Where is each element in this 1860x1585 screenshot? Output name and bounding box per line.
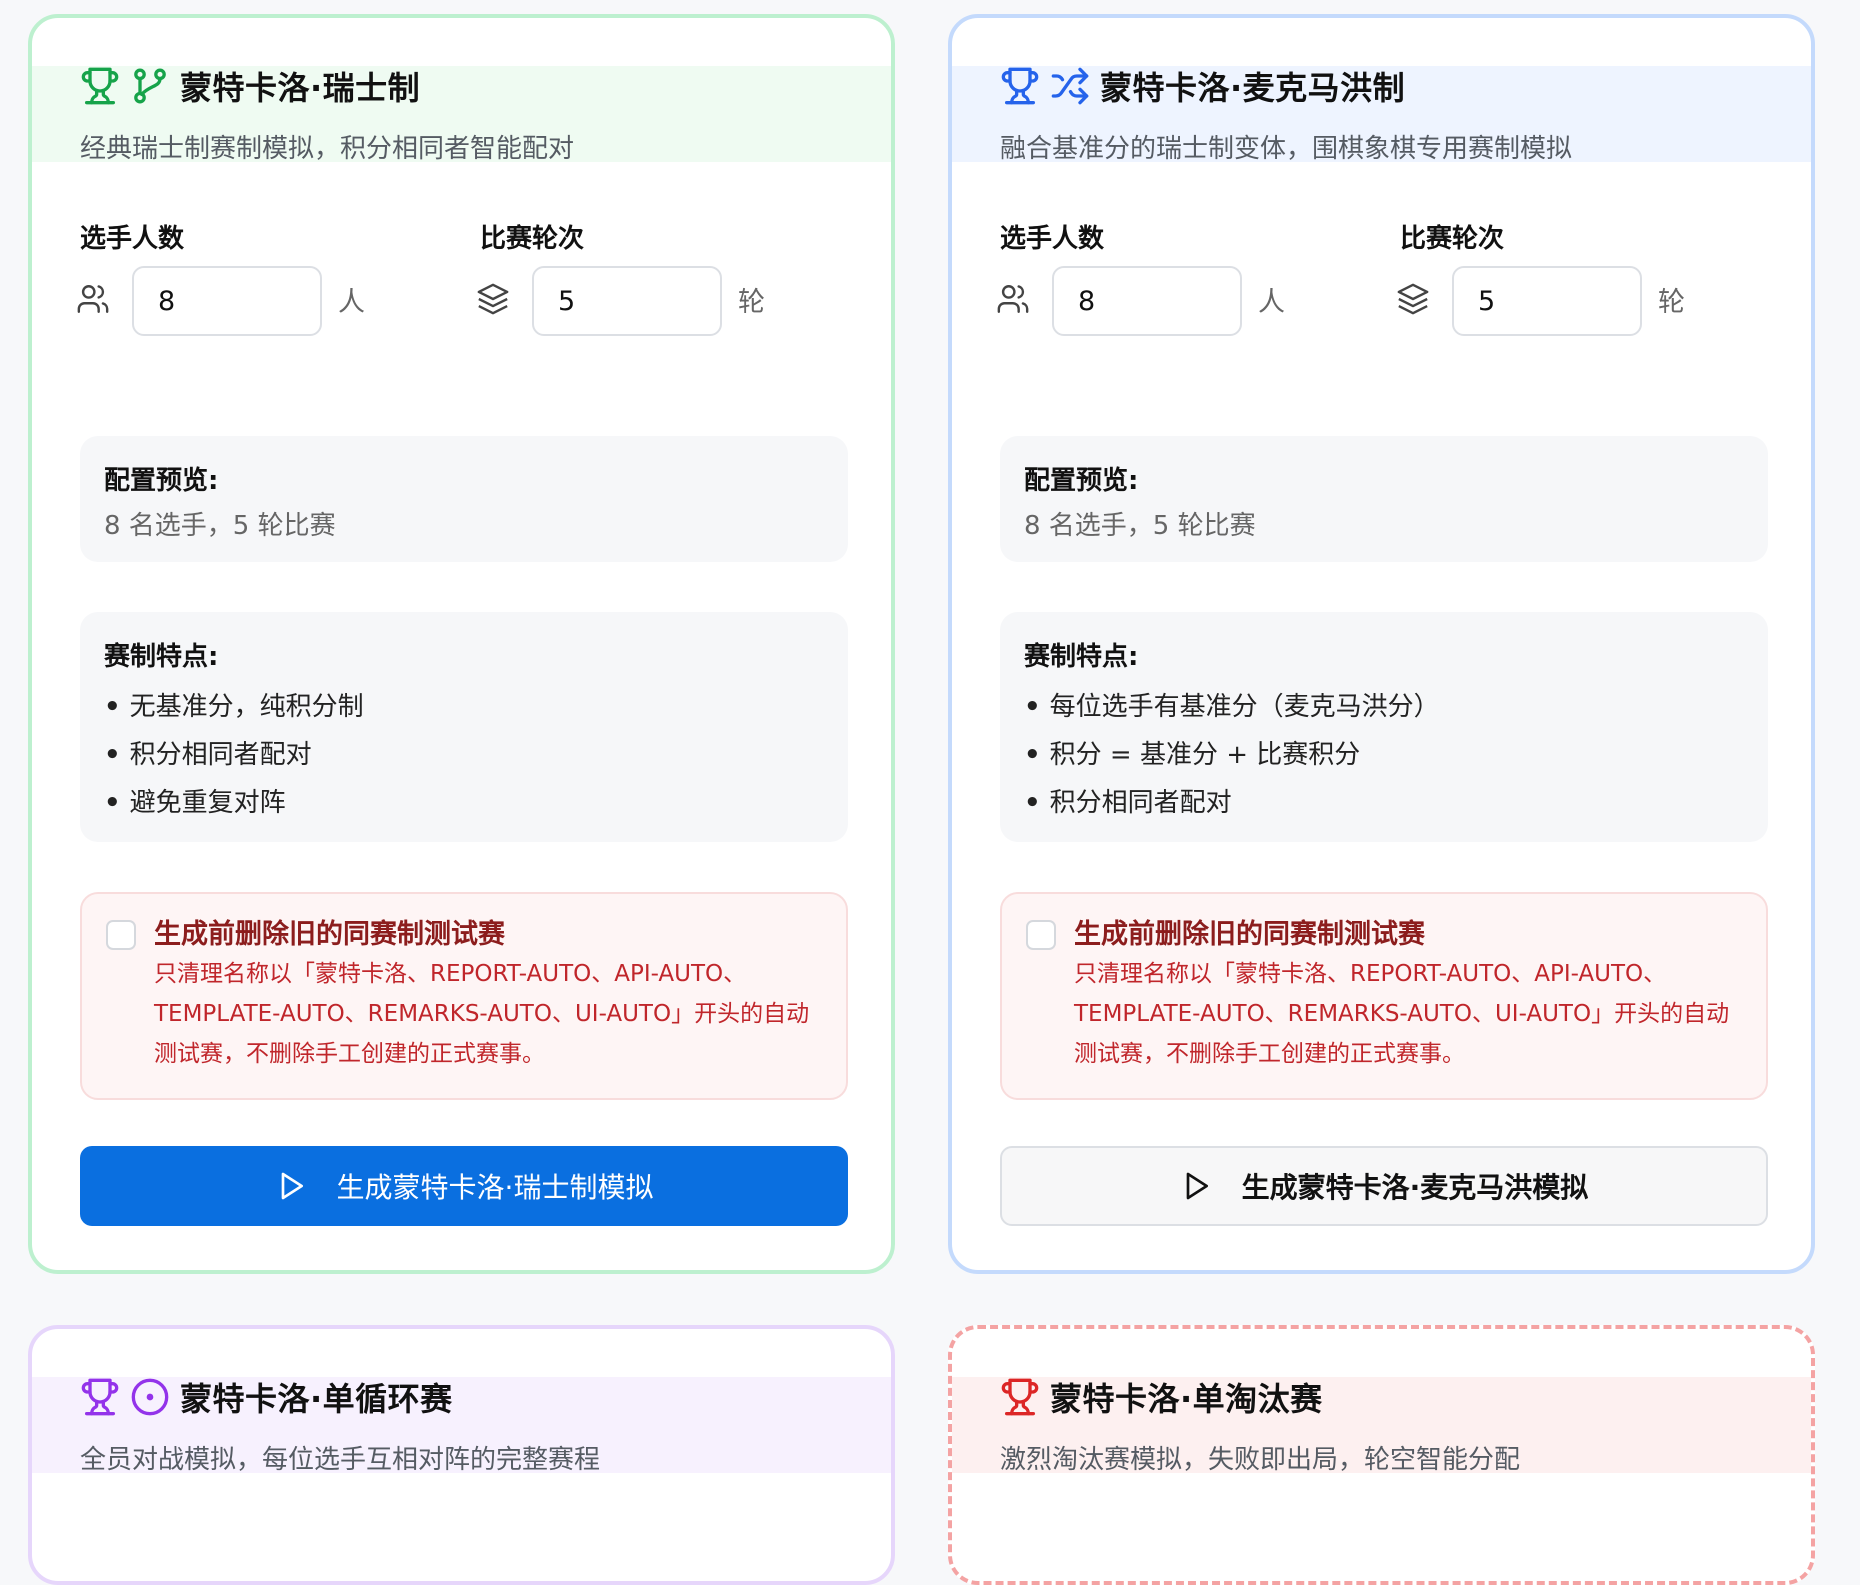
delete-old-tests-checkbox[interactable] (1026, 920, 1056, 950)
warn-description: 只清理名称以「蒙特卡洛、REPORT-AUTO、API-AUTO、TEMPLAT… (1074, 961, 1730, 1067)
trophy-icon (80, 1377, 120, 1417)
delete-old-tests-option: 生成前删除旧的同赛制测试赛 只清理名称以「蒙特卡洛、REPORT-AUTO、AP… (80, 892, 848, 1100)
card-knockout: 蒙特卡洛·单淘汰赛 激烈淘汰赛模拟，失败即出局，轮空智能分配 (948, 1325, 1815, 1585)
trophy-icon (1000, 66, 1040, 106)
rounds-input[interactable] (532, 266, 722, 336)
rounds-label: 比赛轮次 (480, 224, 585, 254)
feature-item: 无基准分，纯积分制 (104, 683, 824, 731)
card-header: 蒙特卡洛·麦克马洪制 融合基准分的瑞士制变体，围棋象棋专用赛制模拟 (952, 66, 1811, 164)
feature-item: 积分 = 基准分 + 比赛积分 (1024, 731, 1744, 779)
players-unit: 人 (1258, 287, 1285, 318)
warn-description: 只清理名称以「蒙特卡洛、REPORT-AUTO、API-AUTO、TEMPLAT… (154, 961, 810, 1067)
preview-value: 8 名选手，5 轮比赛 (1024, 511, 1256, 541)
warn-title: 生成前删除旧的同赛制测试赛 (154, 919, 505, 950)
features-title: 赛制特点: (1024, 642, 1139, 672)
rounds-unit: 轮 (1658, 287, 1685, 318)
players-unit: 人 (338, 287, 365, 318)
trophy-icon (80, 66, 120, 106)
layers-icon (1396, 282, 1430, 316)
card-title: 蒙特卡洛·单淘汰赛 (1050, 1380, 1323, 1418)
users-icon (76, 282, 110, 316)
card-header: 蒙特卡洛·单淘汰赛 激烈淘汰赛模拟，失败即出局，轮空智能分配 (952, 1377, 1811, 1475)
preview-title: 配置预览: (1024, 466, 1139, 496)
card-description: 融合基准分的瑞士制变体，围棋象棋专用赛制模拟 (1000, 134, 1573, 164)
card-title: 蒙特卡洛·麦克马洪制 (1100, 69, 1406, 107)
players-label: 选手人数 (1000, 224, 1105, 254)
git-branch-icon (130, 66, 170, 106)
players-input[interactable] (1052, 266, 1242, 336)
preview-title: 配置预览: (104, 466, 219, 496)
format-features: 赛制特点: 每位选手有基准分（麦克马洪分） 积分 = 基准分 + 比赛积分 积分… (1000, 612, 1768, 842)
card-header: 蒙特卡洛·瑞士制 经典瑞士制赛制模拟，积分相同者智能配对 (32, 66, 891, 164)
feature-item: 避免重复对阵 (104, 779, 824, 827)
format-features: 赛制特点: 无基准分，纯积分制 积分相同者配对 避免重复对阵 (80, 612, 848, 842)
players-label: 选手人数 (80, 224, 185, 254)
card-header: 蒙特卡洛·单循环赛 全员对战模拟，每位选手互相对阵的完整赛程 (32, 1377, 891, 1475)
rounds-label: 比赛轮次 (1400, 224, 1505, 254)
users-icon (996, 282, 1030, 316)
rounds-input[interactable] (1452, 266, 1642, 336)
generate-swiss-button[interactable]: 生成蒙特卡洛·瑞士制模拟 (80, 1146, 848, 1226)
play-icon (275, 1170, 307, 1202)
card-round-robin: 蒙特卡洛·单循环赛 全员对战模拟，每位选手互相对阵的完整赛程 (28, 1325, 895, 1585)
features-title: 赛制特点: (104, 642, 219, 672)
delete-old-tests-option: 生成前删除旧的同赛制测试赛 只清理名称以「蒙特卡洛、REPORT-AUTO、AP… (1000, 892, 1768, 1100)
card-description: 全员对战模拟，每位选手互相对阵的完整赛程 (80, 1445, 601, 1475)
layers-icon (476, 282, 510, 316)
trophy-icon (1000, 1377, 1040, 1417)
players-input[interactable] (132, 266, 322, 336)
card-swiss: 蒙特卡洛·瑞士制 经典瑞士制赛制模拟，积分相同者智能配对 选手人数 人 比赛轮次… (28, 14, 895, 1274)
play-icon (1180, 1170, 1212, 1202)
feature-item: 每位选手有基准分（麦克马洪分） (1024, 683, 1744, 731)
generate-mcmahon-button[interactable]: 生成蒙特卡洛·麦克马洪模拟 (1000, 1146, 1768, 1226)
rounds-unit: 轮 (738, 287, 765, 318)
config-preview: 配置预览: 8 名选手，5 轮比赛 (1000, 436, 1768, 562)
card-title: 蒙特卡洛·单循环赛 (180, 1380, 453, 1418)
feature-item: 积分相同者配对 (1024, 779, 1744, 827)
warn-title: 生成前删除旧的同赛制测试赛 (1074, 919, 1425, 950)
button-label: 生成蒙特卡洛·麦克马洪模拟 (1241, 1171, 1589, 1204)
delete-old-tests-checkbox[interactable] (106, 920, 136, 950)
preview-value: 8 名选手，5 轮比赛 (104, 511, 336, 541)
feature-item: 积分相同者配对 (104, 731, 824, 779)
card-description: 经典瑞士制赛制模拟，积分相同者智能配对 (80, 134, 575, 164)
config-preview: 配置预览: 8 名选手，5 轮比赛 (80, 436, 848, 562)
circle-dot-icon (130, 1377, 170, 1417)
card-title: 蒙特卡洛·瑞士制 (180, 69, 421, 107)
button-label: 生成蒙特卡洛·瑞士制模拟 (336, 1171, 654, 1204)
shuffle-icon (1050, 66, 1090, 106)
card-mcmahon: 蒙特卡洛·麦克马洪制 融合基准分的瑞士制变体，围棋象棋专用赛制模拟 选手人数 人… (948, 14, 1815, 1274)
card-description: 激烈淘汰赛模拟，失败即出局，轮空智能分配 (1000, 1445, 1521, 1475)
